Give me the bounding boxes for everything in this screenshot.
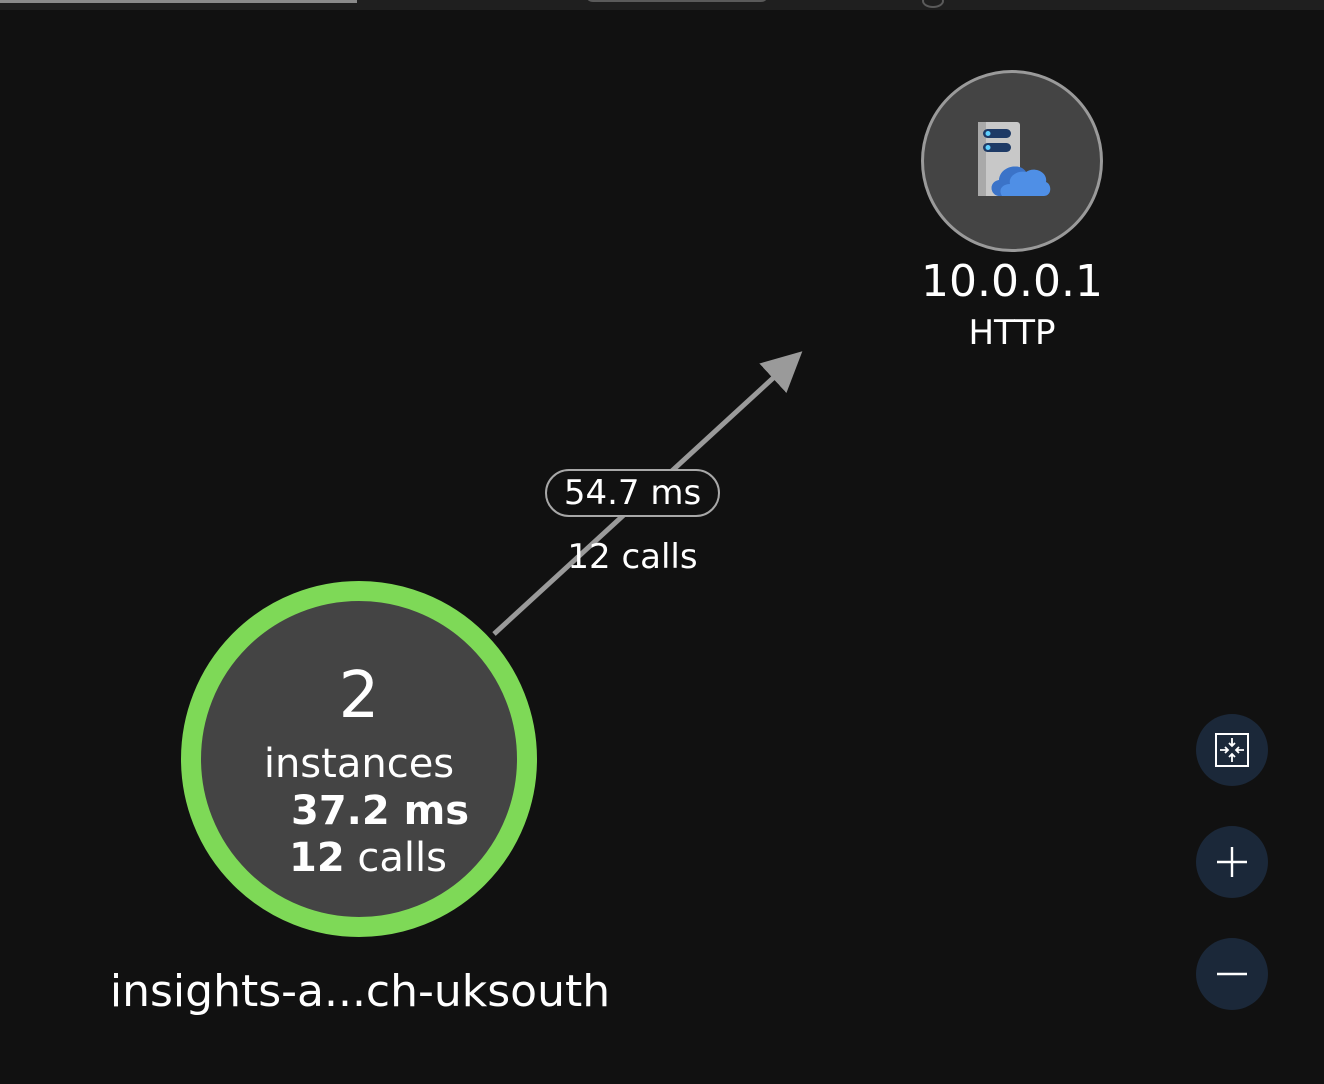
edge-latency-badge[interactable]: 54.7 ms xyxy=(545,469,720,517)
dependency-type: HTTP xyxy=(968,313,1056,353)
app-calls-label: calls xyxy=(357,835,447,881)
edge-calls-label: 12 calls xyxy=(567,537,698,577)
app-calls-count: 12 xyxy=(289,835,345,881)
app-node[interactable]: 2 instances 37.2 ms 12 calls xyxy=(181,581,537,937)
dependency-name: 10.0.0.1 xyxy=(921,256,1103,307)
plus-icon xyxy=(1217,847,1247,877)
instance-count: 2 xyxy=(338,659,380,733)
dependency-node[interactable] xyxy=(921,70,1103,252)
zoom-out-button[interactable] xyxy=(1196,938,1268,1010)
zoom-in-button[interactable] xyxy=(1196,826,1268,898)
minus-icon xyxy=(1217,972,1247,976)
instances-label: instances xyxy=(263,741,455,787)
fit-to-screen-button[interactable] xyxy=(1196,714,1268,786)
server-cloud-icon xyxy=(978,122,1051,196)
app-node-name[interactable]: insights-a...ch-uksouth xyxy=(60,964,660,1020)
fit-to-screen-icon xyxy=(1215,733,1249,767)
app-calls: 12 calls xyxy=(289,836,447,880)
app-latency: 37.2 ms xyxy=(291,788,470,834)
